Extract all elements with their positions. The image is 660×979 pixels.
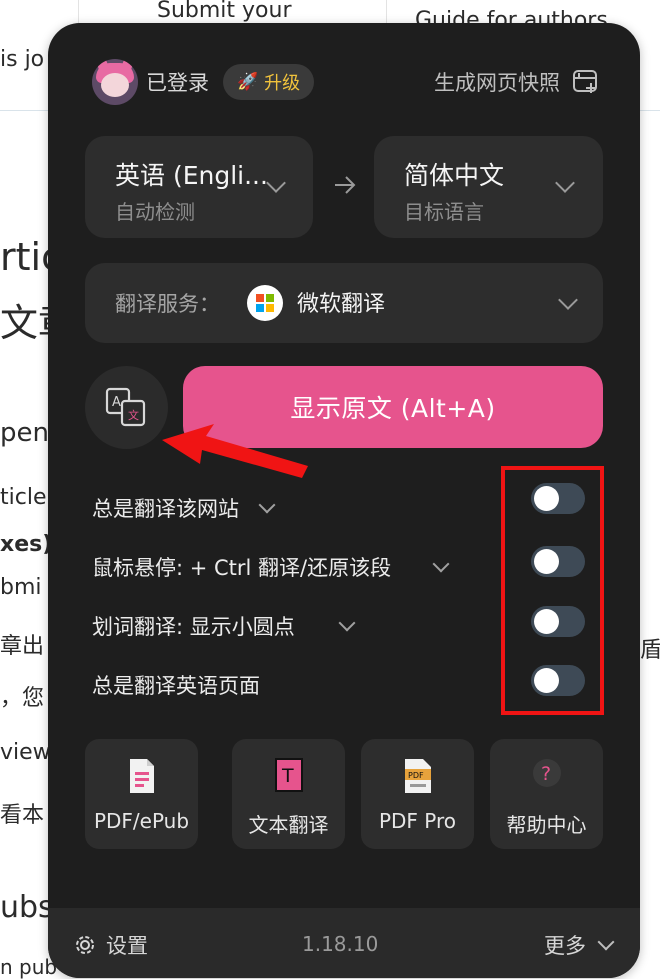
tool-pdf-pro[interactable]: PDF PDF Pro xyxy=(361,739,474,849)
tool-pdf-epub[interactable]: PDF/ePub xyxy=(85,739,198,849)
page-text: 章出 xyxy=(0,634,45,659)
tool-label: 文本翻译 xyxy=(248,813,329,837)
chevron-down-icon xyxy=(597,933,615,951)
snapshot-icon xyxy=(573,70,597,93)
target-language-sub: 目标语言 xyxy=(404,200,484,224)
tool-help-center[interactable]: ? 帮助中心 xyxy=(490,739,603,849)
more-label: 更多 xyxy=(544,934,586,958)
page-text: view xyxy=(0,740,51,765)
submit-link[interactable]: Submit your xyxy=(157,0,292,23)
chevron-down-icon xyxy=(558,290,578,310)
arrow-right-icon xyxy=(335,176,356,194)
option-label: 划词翻译: 显示小圆点 xyxy=(92,615,295,639)
gear-icon xyxy=(76,936,94,954)
svg-text:文: 文 xyxy=(128,408,139,422)
svg-text:A: A xyxy=(112,395,121,410)
svg-text:PDF: PDF xyxy=(408,771,424,780)
help-icon: ? xyxy=(532,759,561,787)
rocket-icon: 🚀 xyxy=(237,72,259,92)
settings-button[interactable]: 设置 xyxy=(72,930,148,960)
svg-text:T: T xyxy=(281,765,294,787)
chevron-down-icon xyxy=(266,173,286,193)
microsoft-logo-icon xyxy=(247,285,283,321)
translate-icon: A 文 xyxy=(105,387,146,427)
tool-label: PDF/ePub xyxy=(93,809,190,833)
source-language-name: 英语 (Engli... xyxy=(115,161,268,190)
page-text: ticle xyxy=(0,485,47,510)
option-label: 鼠标悬停: + Ctrl 翻译/还原该段 xyxy=(92,556,392,580)
page-link[interactable]: 看本 xyxy=(0,797,44,829)
option-always-translate-site[interactable]: 总是翻译该网站 xyxy=(92,493,276,523)
avatar[interactable] xyxy=(92,59,138,105)
tool-label: PDF Pro xyxy=(378,809,457,833)
avatar-face xyxy=(101,73,129,97)
chevron-down-icon xyxy=(432,555,450,573)
chevron-down-icon xyxy=(258,496,276,514)
service-label: 翻译服务： xyxy=(115,292,220,316)
svg-text:?: ? xyxy=(541,763,551,785)
pdf-epub-icon xyxy=(129,759,154,793)
snapshot-label: 生成网页快照 xyxy=(434,71,560,95)
settings-label: 设置 xyxy=(106,934,148,958)
snapshot-button[interactable]: 生成网页快照 xyxy=(434,67,600,97)
option-label: 总是翻译该网站 xyxy=(92,497,239,521)
popup-footer: 设置 1.18.10 更多 xyxy=(48,908,640,978)
highlight-box xyxy=(501,466,604,715)
more-button[interactable]: 更多 xyxy=(544,930,615,960)
source-language-sub: 自动检测 xyxy=(115,200,195,224)
source-language-select[interactable]: 英语 (Engli... 自动检测 xyxy=(85,136,313,238)
page-text: bmi xyxy=(0,575,42,600)
pdf-pro-icon: PDF xyxy=(404,759,431,793)
text-translate-icon: T xyxy=(274,758,303,792)
service-name: 微软翻译 xyxy=(297,292,386,317)
annotation-arrow-icon xyxy=(162,424,308,478)
tool-label: 帮助中心 xyxy=(506,813,587,837)
logged-in-label: 已登录 xyxy=(146,71,209,95)
page-text: ，您 xyxy=(0,686,45,711)
tool-text-translate[interactable]: T 文本翻译 xyxy=(232,739,345,849)
page-text: 盾 xyxy=(640,638,660,663)
target-language-name: 简体中文 xyxy=(404,161,505,190)
target-language-select[interactable]: 简体中文 目标语言 xyxy=(374,136,603,238)
popup-header: 已登录 🚀 升级 生成网页快照 xyxy=(92,59,600,105)
option-hover-translate[interactable]: 鼠标悬停: + Ctrl 翻译/还原该段 xyxy=(92,552,450,582)
translation-service-select[interactable]: 翻译服务： 微软翻译 xyxy=(85,263,603,343)
upgrade-label: 升级 xyxy=(264,73,301,94)
chevron-down-icon xyxy=(338,614,356,632)
translate-toggle-button[interactable]: A 文 xyxy=(85,366,168,449)
upgrade-button[interactable]: 🚀 升级 xyxy=(223,64,315,100)
page-subheading: pen xyxy=(0,418,49,448)
page-text: is jo xyxy=(0,47,45,72)
version-label: 1.18.10 xyxy=(302,932,379,956)
page-text: 看本 xyxy=(0,803,45,828)
option-always-translate-english[interactable]: 总是翻译英语页面 xyxy=(92,670,260,700)
chevron-down-icon xyxy=(555,173,575,193)
option-selection-translate[interactable]: 划词翻译: 显示小圆点 xyxy=(92,611,356,641)
option-label: 总是翻译英语页面 xyxy=(92,674,260,698)
